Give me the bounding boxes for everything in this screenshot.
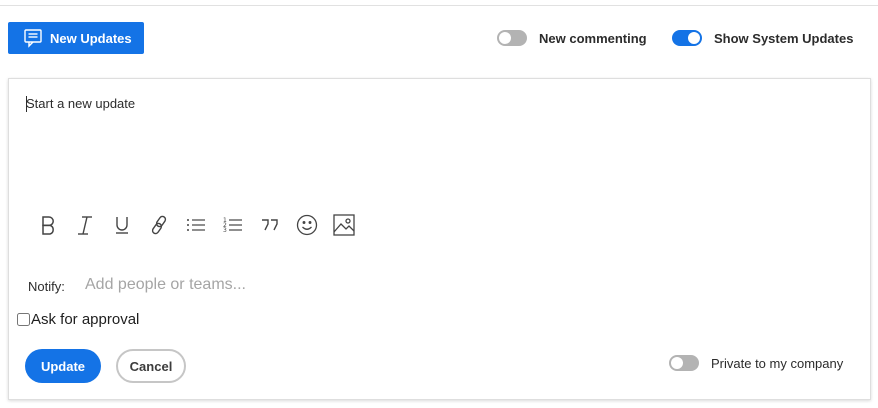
notify-input[interactable] [79, 273, 391, 297]
new-updates-label: New Updates [50, 30, 132, 46]
update-editor[interactable]: Start a new update [26, 96, 135, 111]
private-to-company-group: Private to my company [669, 354, 843, 372]
new-commenting-label: New commenting [539, 30, 647, 46]
show-system-updates-label: Show System Updates [714, 30, 854, 46]
quote-icon[interactable] [251, 212, 288, 238]
link-icon[interactable] [140, 212, 177, 238]
formatting-toolbar: 1 2 3 [29, 212, 362, 238]
image-icon[interactable] [325, 212, 362, 238]
notify-label: Notify: [28, 279, 65, 294]
new-commenting-group: New commenting [497, 28, 647, 48]
show-system-updates-toggle[interactable] [672, 30, 702, 46]
bullet-list-icon[interactable] [177, 212, 214, 238]
private-to-company-label: Private to my company [711, 355, 844, 371]
new-commenting-toggle[interactable] [497, 30, 527, 46]
update-composer: Start a new update 1 2 3 Notify: Add peo… [8, 78, 871, 400]
new-update-icon [22, 27, 44, 49]
bold-icon[interactable] [29, 212, 66, 238]
new-updates-button[interactable]: New Updates [8, 22, 144, 54]
toggle-knob [671, 357, 683, 369]
top-divider [0, 5, 878, 6]
cancel-button[interactable]: Cancel [116, 349, 186, 383]
italic-icon[interactable] [66, 212, 103, 238]
update-button[interactable]: Update [25, 349, 101, 383]
numbered-list-icon[interactable]: 1 2 3 [214, 212, 251, 238]
toggle-knob [499, 32, 511, 44]
ask-for-approval-checkbox[interactable] [17, 313, 30, 326]
toggle-knob [688, 32, 700, 44]
ask-for-approval-label: Ask for approval [31, 311, 140, 328]
show-system-updates-group: Show System Updates [672, 28, 853, 48]
ask-for-approval[interactable]: Ask for approval [17, 311, 139, 328]
svg-text:3: 3 [223, 227, 227, 234]
emoji-icon[interactable] [288, 212, 325, 238]
private-to-company-toggle[interactable] [669, 355, 699, 371]
underline-icon[interactable] [103, 212, 140, 238]
